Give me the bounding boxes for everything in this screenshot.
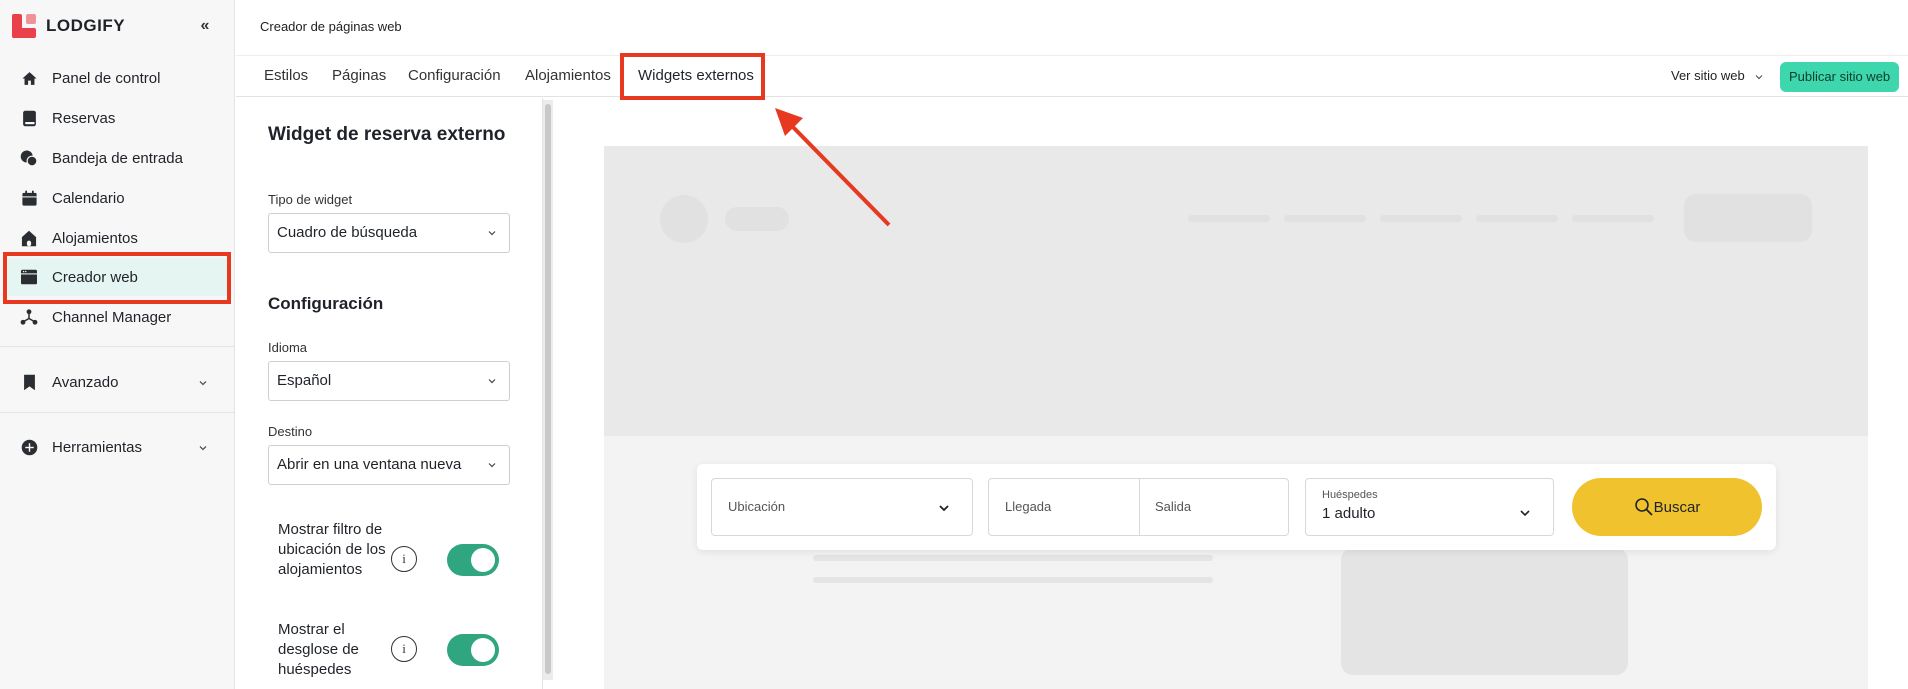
placeholder-line [813,577,1213,583]
departure-field[interactable]: Salida [1155,499,1191,514]
sidebar-item-label: Herramientas [52,438,143,456]
guests-value: 1 adulto [1322,505,1376,522]
placeholder-button [1684,194,1812,242]
guests-label: Huéspedes [1322,489,1378,501]
target-value: Abrir en una ventana nueva [277,456,462,473]
chevron-down-icon [488,231,496,236]
sidebar-item-label: Alojamientos [52,229,138,247]
sidebar-divider [0,346,234,347]
home-icon [20,69,38,87]
language-label: Idioma [268,340,308,355]
placeholder-nav [1188,215,1270,222]
widget-config-panel: Widget de reserva externo Tipo de widget… [236,98,543,689]
sidebar-item-label: Channel Manager [52,308,172,326]
chevron-down-icon [939,505,949,512]
sidebar-item-label: Calendario [52,189,125,207]
location-filter-toggle[interactable] [447,544,499,576]
search-button[interactable]: Buscar [1572,478,1762,536]
guest-breakdown-toggle[interactable] [447,634,499,666]
tab-highlight-annotation [620,53,765,100]
sidebar-item-label: Bandeja de entrada [52,149,183,167]
info-icon[interactable]: i [391,546,417,572]
view-site-label: Ver sitio web [1671,68,1745,83]
network-icon [20,308,38,326]
location-select[interactable]: Ubicación [711,478,973,536]
house-icon [20,229,38,247]
chevron-down-icon [488,463,496,468]
location-label: Ubicación [728,499,786,514]
sidebar-item-herramientas[interactable]: Herramientas [8,428,228,466]
language-value: Español [277,372,332,389]
placeholder-nav [1476,215,1558,222]
info-icon[interactable]: i [391,636,417,662]
plus-circle-icon [20,438,38,456]
search-button-label: Buscar [1653,498,1701,516]
chevron-down-icon [198,440,208,457]
tab-paginas[interactable]: Páginas [332,67,386,84]
collapse-sidebar-button[interactable]: « [194,16,216,38]
tab-configuracion[interactable]: Configuración [408,67,501,84]
guest-breakdown-toggle-label: Mostrar el desglose de huéspedes [278,621,359,678]
sidebar-highlight-annotation [3,252,231,304]
location-filter-toggle-label: Mostrar filtro de ubicación de los aloja… [278,521,386,578]
language-select[interactable]: Español [268,361,510,401]
date-range-field[interactable]: Llegada Salida [988,478,1289,536]
panel-scrollbar[interactable] [543,100,553,680]
publish-site-button[interactable]: Publicar sitio web [1780,62,1900,92]
placeholder-nav [1572,215,1654,222]
placeholder-logo [725,207,789,231]
target-select[interactable]: Abrir en una ventana nueva [268,445,510,485]
sidebar-item-label: Panel de control [52,69,161,87]
chevron-down-icon [1755,74,1763,79]
logo-text: LODGIFY [46,16,126,35]
widget-type-label: Tipo de widget [268,192,353,207]
chevron-down-icon [1520,510,1530,517]
placeholder-nav [1284,215,1366,222]
sidebar-item-label: Avanzado [52,373,119,391]
date-divider [1139,479,1140,535]
preview-hero-placeholder [604,146,1868,436]
book-icon [20,109,38,127]
sidebar-item-avanzado[interactable]: Avanzado [8,363,228,401]
placeholder-nav [1380,215,1462,222]
page-title: Creador de páginas web [260,19,402,34]
guests-select[interactable]: Huéspedes 1 adulto [1305,478,1554,536]
view-site-dropdown[interactable]: Ver sitio web [1671,68,1764,83]
logo[interactable]: LODGIFY [12,14,125,38]
chevron-down-icon [488,379,496,384]
sidebar-item-label: Reservas [52,109,116,127]
search-icon [1634,498,1653,516]
chevron-down-icon [198,375,208,392]
arrival-field[interactable]: Llegada [1005,499,1051,514]
tab-bar: Estilos Páginas Configuración Alojamient… [236,57,1908,97]
sidebar-item-calendario[interactable]: Calendario [8,179,228,217]
config-heading: Configuración [268,294,384,313]
sidebar-item-reservas[interactable]: Reservas [8,99,228,137]
sidebar: LODGIFY « Panel de control Reservas Band… [0,0,235,689]
sidebar-item-panel-de-control[interactable]: Panel de control [8,59,228,97]
sidebar-item-bandeja-de-entrada[interactable]: Bandeja de entrada [8,139,228,177]
sidebar-divider [0,412,234,413]
search-widget: Ubicación Llegada Salida Huéspedes 1 adu… [697,464,1776,550]
tab-alojamientos[interactable]: Alojamientos [525,67,611,84]
placeholder-line [813,555,1213,561]
widget-type-value: Cuadro de búsqueda [277,224,418,241]
top-header: Creador de páginas web [236,0,1908,56]
placeholder-avatar [660,195,708,243]
tab-estilos[interactable]: Estilos [264,67,308,84]
bookmark-icon [20,373,38,391]
panel-title: Widget de reserva externo [268,124,506,145]
target-label: Destino [268,424,313,439]
calendar-icon [20,189,38,207]
widget-type-select[interactable]: Cuadro de búsqueda [268,213,510,253]
placeholder-card [1341,548,1628,675]
lodgify-logo-icon [12,14,36,38]
chat-icon [20,149,38,167]
